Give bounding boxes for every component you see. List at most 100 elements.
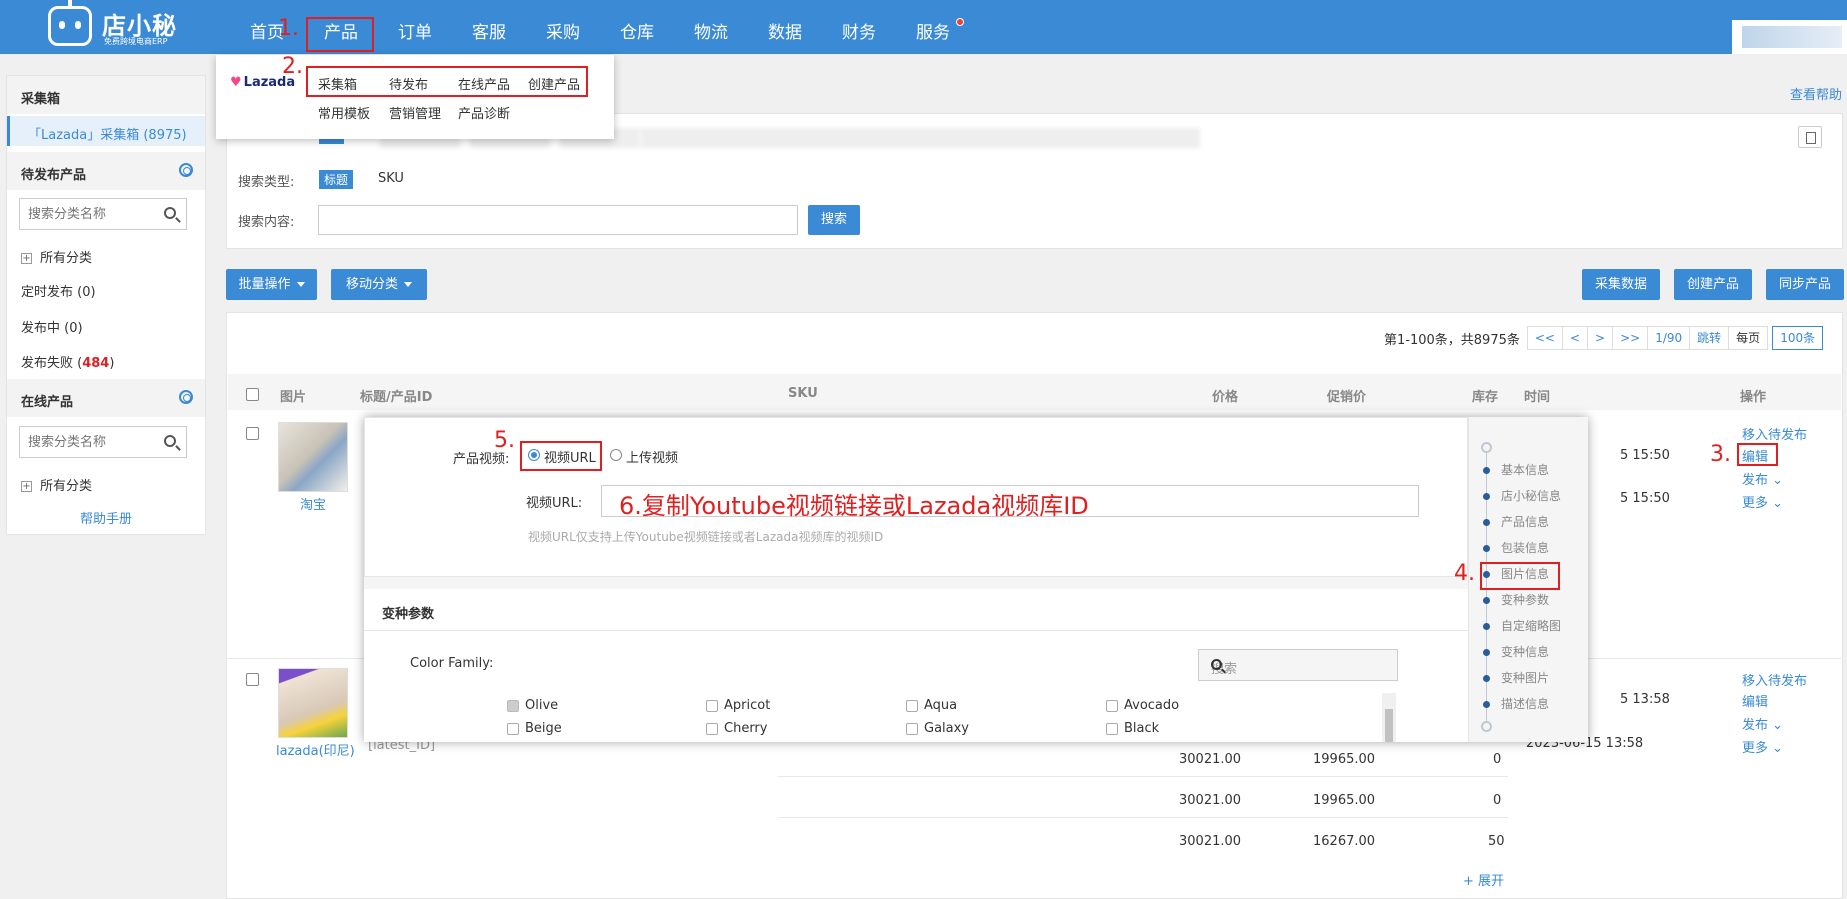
color-option-apricot[interactable]: Apricot — [724, 698, 770, 713]
menu-item-marketing[interactable]: 营销管理 — [389, 103, 441, 122]
anchor-product-info[interactable]: 产品信息 — [1501, 513, 1549, 530]
color-search-box[interactable]: 搜索 — [1198, 649, 1398, 681]
expand-plus-icon[interactable]: + — [21, 481, 32, 492]
color-list-scrollbar[interactable] — [1382, 693, 1396, 742]
batch-operations-button[interactable]: 批量操作 — [226, 269, 317, 300]
category-search-input[interactable] — [28, 206, 158, 222]
color-checkbox-olive[interactable] — [507, 700, 519, 712]
last-page-button[interactable]: >> — [1612, 326, 1649, 350]
menu-item-pending[interactable]: 待发布 — [389, 74, 428, 93]
anchor-variant-info[interactable]: 变种信息 — [1501, 643, 1549, 660]
per-page-select[interactable]: 100条 — [1772, 326, 1824, 350]
color-option-avocado[interactable]: Avocado — [1124, 698, 1179, 713]
color-option-beige[interactable]: Beige — [525, 721, 562, 736]
upload-video-radio[interactable] — [610, 449, 622, 461]
source-link-lazada-indonesia[interactable]: lazada(印尼) — [276, 740, 355, 759]
search-type-title-option[interactable]: 标题 — [319, 170, 354, 189]
app-logo[interactable]: 店小秘 免费跨境电商ERP — [48, 0, 178, 48]
color-checkbox-black[interactable] — [1106, 723, 1118, 735]
color-checkbox-beige[interactable] — [507, 723, 519, 735]
move-to-pending-link[interactable]: 移入待发布 — [1742, 670, 1807, 689]
menu-item-collect-box[interactable]: 采集箱 — [318, 74, 357, 93]
color-option-aqua[interactable]: Aqua — [924, 698, 957, 713]
create-product-button[interactable]: 创建产品 — [1674, 269, 1752, 300]
color-checkbox-aqua[interactable] — [906, 700, 918, 712]
row-checkbox[interactable] — [246, 673, 259, 686]
search-content-input[interactable] — [318, 205, 798, 235]
select-all-checkbox[interactable] — [246, 388, 259, 401]
color-option-cherry[interactable]: Cherry — [724, 721, 767, 736]
user-account-box[interactable] — [1732, 20, 1847, 54]
nav-data[interactable]: 数据 — [748, 0, 822, 54]
search-icon[interactable] — [164, 207, 176, 219]
anchor-description-info[interactable]: 描述信息 — [1501, 695, 1549, 712]
sidebar-item-all-categories[interactable]: + 所有分类 — [21, 247, 92, 266]
move-category-button[interactable]: 移动分类 — [331, 269, 427, 300]
sidebar-item-scheduled[interactable]: 定时发布 (0) — [21, 281, 96, 300]
menu-item-templates[interactable]: 常用模板 — [318, 103, 370, 122]
sync-product-button[interactable]: 同步产品 — [1766, 269, 1844, 300]
nav-logistics[interactable]: 物流 — [674, 0, 748, 54]
search-icon[interactable] — [1211, 659, 1222, 670]
collapse-filter-icon[interactable] — [1798, 126, 1822, 148]
sidebar-item-publishing[interactable]: 发布中 (0) — [21, 317, 83, 336]
blurred-filter-chips[interactable] — [640, 128, 1200, 148]
settings-gear-icon[interactable] — [179, 390, 193, 404]
category-search-input-2[interactable] — [28, 434, 158, 450]
video-url-option-label[interactable]: 视频URL — [544, 447, 596, 466]
nav-service[interactable]: 客服 — [452, 0, 526, 54]
prev-page-button[interactable]: < — [1561, 326, 1589, 350]
sidebar-item-all-categories-2[interactable]: + 所有分类 — [21, 475, 92, 494]
sidebar-item-failed[interactable]: 发布失败 (484) — [21, 352, 114, 371]
color-checkbox-galaxy[interactable] — [906, 723, 918, 735]
settings-gear-icon[interactable] — [179, 163, 193, 177]
search-type-sku-option[interactable]: SKU — [378, 171, 404, 186]
product-thumbnail[interactable] — [278, 422, 348, 492]
anchor-custom-thumbnail[interactable]: 自定缩略图 — [1501, 617, 1561, 634]
publish-dropdown[interactable]: 发布 ⌄ — [1742, 714, 1783, 733]
product-thumbnail[interactable] — [278, 668, 348, 738]
video-url-radio[interactable] — [528, 449, 540, 461]
nav-services[interactable]: 服务 — [896, 0, 970, 54]
jump-button[interactable]: 跳转 — [1689, 326, 1730, 350]
view-help-link[interactable]: 查看帮助 — [1790, 84, 1842, 103]
search-icon[interactable] — [164, 435, 176, 447]
color-checkbox-avocado[interactable] — [1106, 700, 1118, 712]
page-indicator[interactable]: 1/90 — [1647, 326, 1691, 350]
more-dropdown[interactable]: 更多 ⌄ — [1742, 492, 1783, 511]
first-page-button[interactable]: << — [1526, 326, 1563, 350]
nav-warehouse[interactable]: 仓库 — [600, 0, 674, 54]
color-option-galaxy[interactable]: Galaxy — [924, 721, 969, 736]
nav-orders[interactable]: 订单 — [378, 0, 452, 54]
anchor-image-info[interactable]: 图片信息 — [1501, 565, 1549, 582]
anchor-dxm-info[interactable]: 店小秘信息 — [1501, 487, 1561, 504]
expand-plus-icon[interactable]: + — [21, 253, 32, 264]
anchor-variant-params[interactable]: 变种参数 — [1501, 591, 1549, 608]
next-page-button[interactable]: > — [1587, 326, 1614, 350]
anchor-package-info[interactable]: 包装信息 — [1501, 539, 1549, 556]
menu-item-create-product[interactable]: 创建产品 — [528, 74, 580, 93]
color-checkbox-cherry[interactable] — [706, 723, 718, 735]
color-option-black[interactable]: Black — [1124, 721, 1159, 736]
edit-link[interactable]: 编辑 — [1742, 446, 1768, 465]
edit-link[interactable]: 编辑 — [1742, 691, 1768, 710]
color-checkbox-apricot[interactable] — [706, 700, 718, 712]
expand-variants-link[interactable]: + 展开 — [1463, 870, 1504, 889]
menu-item-diagnosis[interactable]: 产品诊断 — [458, 103, 510, 122]
nav-finance[interactable]: 财务 — [822, 0, 896, 54]
publish-dropdown[interactable]: 发布 ⌄ — [1742, 469, 1783, 488]
menu-item-online-products[interactable]: 在线产品 — [458, 74, 510, 93]
upload-video-option-label[interactable]: 上传视频 — [626, 447, 678, 466]
help-manual-link[interactable]: 帮助手册 — [7, 508, 205, 527]
sidebar-item-lazada-collect[interactable]: 「Lazada」采集箱 (8975) — [7, 116, 205, 146]
row-checkbox[interactable] — [246, 427, 259, 440]
anchor-basic-info[interactable]: 基本信息 — [1501, 461, 1549, 478]
move-to-pending-link[interactable]: 移入待发布 — [1742, 424, 1807, 443]
anchor-variant-images[interactable]: 变种图片 — [1501, 669, 1549, 686]
nav-purchase[interactable]: 采购 — [526, 0, 600, 54]
collect-data-button[interactable]: 采集数据 — [1582, 269, 1660, 300]
source-link-taobao[interactable]: 淘宝 — [300, 494, 326, 513]
color-option-olive[interactable]: Olive — [525, 698, 558, 713]
search-button[interactable]: 搜索 — [808, 205, 860, 235]
nav-product[interactable]: 产品 — [304, 0, 378, 54]
